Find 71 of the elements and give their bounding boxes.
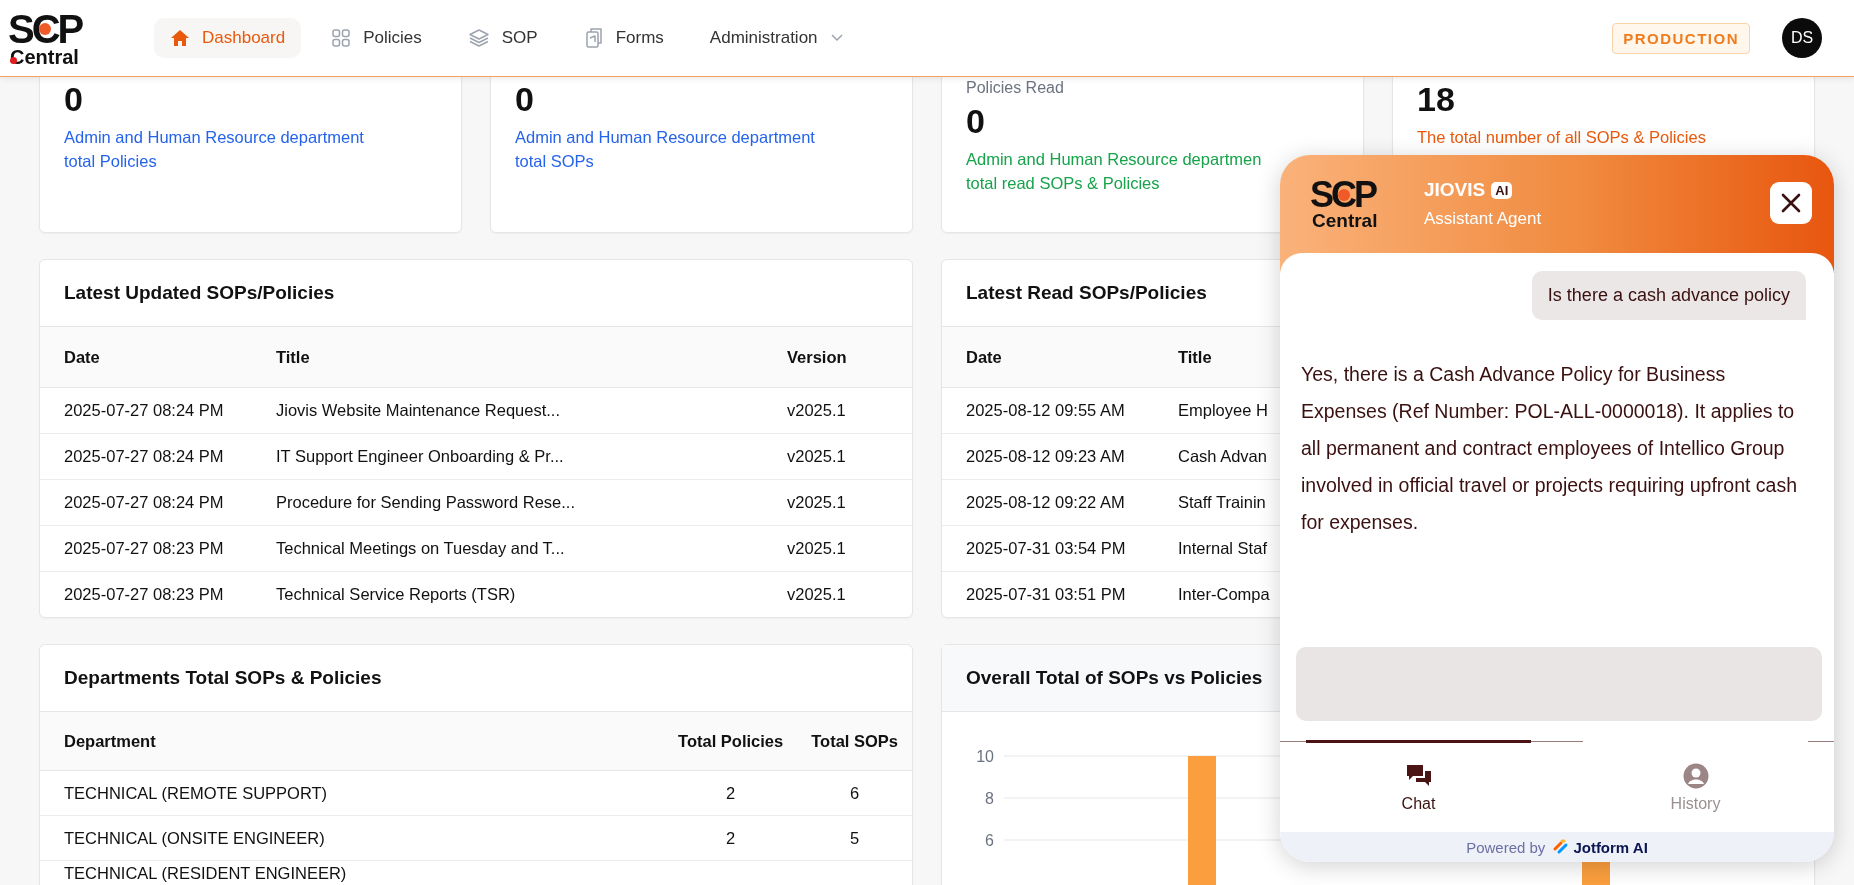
brand-name: Jotform AI <box>1573 838 1648 856</box>
stat-value: 0 <box>966 101 986 141</box>
table-cell: 5 <box>850 828 860 847</box>
table-cell: 2 <box>726 828 736 847</box>
table-cell: 2025-07-27 08:24 PM <box>40 387 252 434</box>
table-cell: v2025.1 <box>763 525 912 572</box>
table-cell: 2025-07-31 03:51 PM <box>942 571 1154 617</box>
table-cell: Technical Service Reports (TSR) <box>252 571 763 617</box>
stat-label: Policies Read <box>966 79 1065 97</box>
stat-value: 0 <box>515 79 535 119</box>
table-cell: TECHNICAL (ONSITE ENGINEER) <box>40 815 665 861</box>
table-cell: 2 <box>726 783 736 802</box>
table-cell: 2025-08-12 09:55 AM <box>942 387 1154 434</box>
table-cell: TECHNICAL (RESIDENT ENGINEER) <box>40 860 665 885</box>
column-header: Version <box>763 327 912 388</box>
home-icon <box>170 28 190 48</box>
grid-icon <box>331 28 352 48</box>
axis-tick-label: 6 <box>985 832 994 849</box>
table-cell: v2025.1 <box>763 479 912 526</box>
nav-tab[interactable]: Policies <box>315 18 438 58</box>
stat-description: Admin and Human Resource departmen total read SOPs & Policies <box>966 149 1262 194</box>
jotform-logo-icon <box>1553 839 1570 855</box>
table-cell: TECHNICAL (REMOTE SUPPORT) <box>40 770 665 816</box>
table-cell: Inter-Compa <box>1154 571 1814 617</box>
axis-tick-label: 8 <box>985 790 994 807</box>
assistant-name: JIOVIS <box>1424 179 1486 201</box>
stat-description: Admin and Human Resource department total Policies <box>64 127 364 172</box>
table-cell: 2025-07-31 03:54 PM <box>942 525 1154 572</box>
table-cell: v2025.1 <box>763 387 912 434</box>
user-message: Is there a cash advance policy <box>1531 271 1806 320</box>
table-cell: 2025-07-27 08:24 PM <box>40 433 252 480</box>
chevron-down-icon <box>829 33 844 43</box>
column-header: Date <box>40 327 252 388</box>
stat-value: 18 <box>1417 79 1456 119</box>
nav-tab[interactable]: Administration <box>693 18 860 58</box>
table-cell: 6 <box>850 783 860 802</box>
column-header: Date <box>942 327 1154 388</box>
message-input[interactable] <box>1296 647 1822 721</box>
table-cell: 2025-08-12 09:23 AM <box>942 433 1154 480</box>
column-header: Total Policies <box>664 712 798 771</box>
environment-badge: PRODUCTION <box>1612 22 1750 54</box>
user-icon <box>1682 762 1709 789</box>
table-cell: 2025-07-27 08:23 PM <box>40 525 252 572</box>
close-icon <box>1780 192 1802 214</box>
stat-description: The total number of all SOPs & Policies <box>1417 127 1706 148</box>
user-avatar[interactable]: DS <box>1782 18 1822 58</box>
assistant-subtitle: Assistant Agent <box>1424 209 1542 229</box>
table-cell: v2025.1 <box>763 571 912 617</box>
table-cell: 2025-08-12 09:22 AM <box>942 479 1154 526</box>
axis-tick-label: 10 <box>976 748 994 765</box>
stat-description: Admin and Human Resource department total SOPs <box>515 127 815 172</box>
table-cell: Technical Meetings on Tuesday and T... <box>252 525 763 572</box>
table-cell: 2025-07-27 08:24 PM <box>40 479 252 526</box>
clipboard-icon <box>583 27 604 49</box>
stat-value: 0 <box>64 79 84 119</box>
layers-icon <box>467 28 490 48</box>
table-cell: Procedure for Sending Password Rese... <box>252 479 763 526</box>
ai-badge: AI <box>1491 181 1513 199</box>
column-header: Department <box>40 712 665 771</box>
column-header: Total SOPs <box>797 712 912 771</box>
powered-by-text: Powered by <box>1466 838 1546 856</box>
table-cell: Jiovis Website Maintenance Request... <box>252 387 763 434</box>
scp-central-logo[interactable]: SCP Central <box>8 9 94 67</box>
table-cell: IT Support Engineer Onboarding & Pr... <box>252 433 763 480</box>
table-cell: v2025.1 <box>763 433 912 480</box>
scp-central-logo: SCP Central <box>1310 177 1379 230</box>
table-cell: 2025-07-27 08:23 PM <box>40 571 252 617</box>
column-header: Title <box>252 327 763 388</box>
nav-tab[interactable]: SOP <box>451 18 554 58</box>
close-button[interactable] <box>1770 182 1812 224</box>
nav-tab[interactable]: Forms <box>567 17 680 59</box>
